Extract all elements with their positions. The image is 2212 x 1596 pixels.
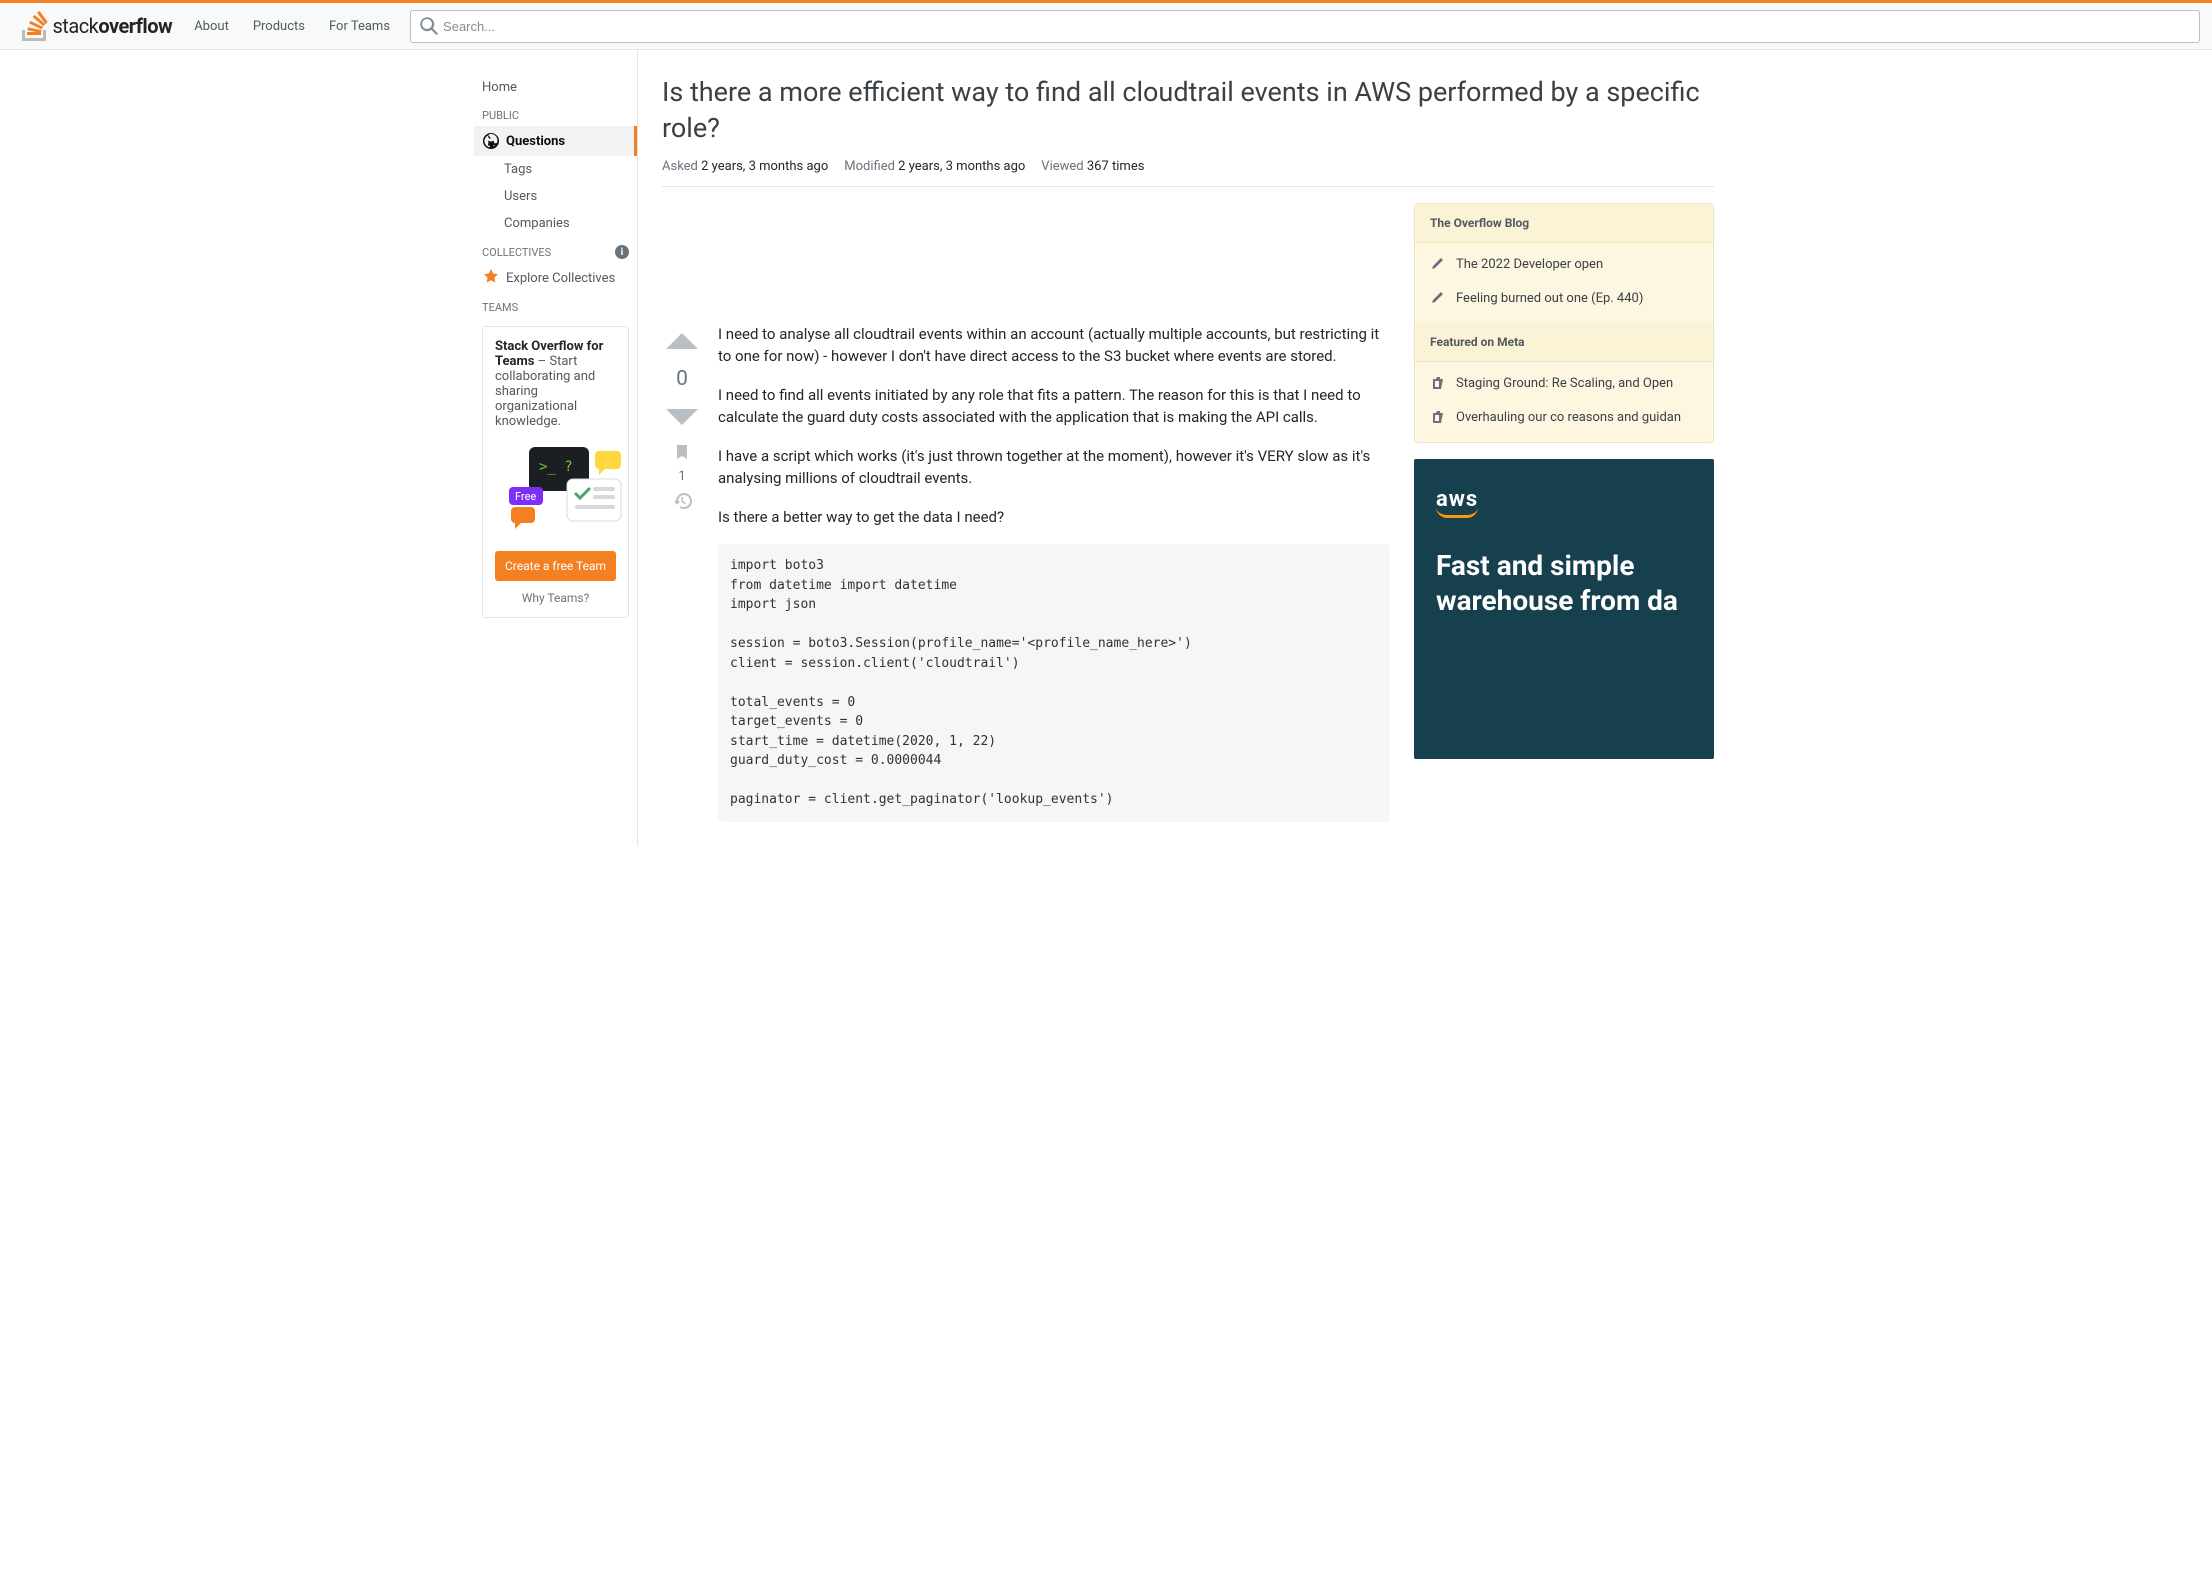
aws-logo: aws [1436, 487, 1478, 512]
sidebar-public-label: PUBLIC [474, 101, 637, 126]
top-nav: About Products For Teams [182, 11, 402, 42]
post-paragraph: I need to find all events initiated by a… [718, 384, 1390, 429]
search-wrap [410, 10, 2200, 43]
upvote-button[interactable] [664, 323, 700, 359]
vote-count: 0 [676, 367, 688, 391]
blog-item-text: The 2022 Developer open [1456, 257, 1603, 275]
vote-cell: 0 1 [662, 323, 702, 822]
nav-about[interactable]: About [182, 11, 241, 42]
bookmark-icon[interactable] [673, 443, 691, 461]
stackoverflow-icon [22, 11, 48, 41]
content: Is there a more efficient way to find al… [638, 50, 1738, 846]
viewed-value: 367 times [1087, 159, 1145, 174]
sidebar-teams-label: TEAMS [474, 293, 637, 318]
asked-value: 2 years, 3 months ago [701, 159, 828, 174]
post-body: I need to analyse all cloudtrail events … [718, 323, 1390, 822]
svg-text:>_ ?: >_ ? [539, 459, 573, 475]
meta-icon [1430, 376, 1446, 394]
featured-meta-header: Featured on Meta [1415, 323, 1713, 362]
logo-text-left: stack [52, 14, 98, 38]
sidebar-collectives-label: COLLECTIVES i [474, 237, 637, 263]
star-burst-icon [482, 269, 500, 287]
downvote-button[interactable] [664, 399, 700, 435]
question-title: Is there a more efficient way to find al… [662, 74, 1714, 147]
nav-products[interactable]: Products [241, 11, 317, 42]
topbar: stackoverflow About Products For Teams [0, 0, 2212, 50]
sidebar-home[interactable]: Home [474, 74, 637, 101]
overflow-blog-box: The Overflow Blog The 2022 Developer ope… [1414, 203, 1714, 443]
left-sidebar: Home PUBLIC Questions Tags Users Compani… [474, 50, 638, 846]
meta-item[interactable]: Staging Ground: Re Scaling, and Open [1415, 368, 1713, 402]
teams-illustration: >_ ? Free [495, 441, 616, 535]
post-paragraph: I have a script which works (it's just t… [718, 445, 1390, 490]
aws-ad[interactable]: aws Fast and simple warehouse from da [1414, 459, 1714, 759]
meta-icon [1430, 410, 1446, 428]
overflow-blog-header: The Overflow Blog [1415, 204, 1713, 243]
teams-card: Stack Overflow for Teams – Start collabo… [482, 326, 629, 618]
post-paragraph: I need to analyse all cloudtrail events … [718, 323, 1390, 368]
post-paragraph: Is there a better way to get the data I … [718, 506, 1390, 529]
collectives-label-text: COLLECTIVES [482, 246, 551, 259]
sidebar-item-companies[interactable]: Companies [474, 210, 637, 237]
explore-collectives-label: Explore Collectives [506, 271, 615, 286]
pencil-icon [1430, 257, 1446, 275]
sidebar-item-label: Questions [506, 134, 565, 149]
blog-item[interactable]: The 2022 Developer open [1415, 249, 1713, 283]
code-block[interactable]: import boto3 from datetime import dateti… [718, 544, 1390, 822]
sidebar-item-tags[interactable]: Tags [474, 156, 637, 183]
asked-label: Asked [662, 159, 698, 174]
search-icon [420, 17, 438, 35]
logo[interactable]: stackoverflow [12, 3, 182, 49]
blog-item-text: Feeling burned out one (Ep. 440) [1456, 291, 1643, 309]
search-input[interactable] [410, 10, 2200, 43]
info-icon[interactable]: i [615, 245, 629, 259]
aws-ad-headline: Fast and simple warehouse from da [1436, 548, 1692, 618]
follow-count: 1 [678, 469, 685, 484]
question-meta: Asked 2 years, 3 months ago Modified 2 y… [662, 159, 1714, 187]
right-sidebar: The Overflow Blog The 2022 Developer ope… [1414, 203, 1714, 822]
sidebar-explore-collectives[interactable]: Explore Collectives [474, 263, 637, 293]
history-icon[interactable] [673, 492, 692, 510]
logo-text-right: overflow [98, 14, 172, 38]
nav-for-teams[interactable]: For Teams [317, 11, 402, 42]
viewed-label: Viewed [1041, 159, 1083, 174]
create-team-button[interactable]: Create a free Team [495, 551, 616, 581]
svg-text:Free: Free [515, 490, 536, 503]
pencil-icon [1430, 291, 1446, 309]
globe-icon [482, 132, 500, 150]
meta-item-text: Overhauling our co reasons and guidan [1456, 410, 1681, 428]
modified-value: 2 years, 3 months ago [898, 159, 1025, 174]
sidebar-item-questions[interactable]: Questions [474, 126, 637, 156]
blog-item[interactable]: Feeling burned out one (Ep. 440) [1415, 283, 1713, 317]
modified-label: Modified [844, 159, 895, 174]
sidebar-item-users[interactable]: Users [474, 183, 637, 210]
meta-item-text: Staging Ground: Re Scaling, and Open [1456, 376, 1673, 394]
meta-item[interactable]: Overhauling our co reasons and guidan [1415, 402, 1713, 436]
why-teams-link[interactable]: Why Teams? [495, 591, 616, 605]
